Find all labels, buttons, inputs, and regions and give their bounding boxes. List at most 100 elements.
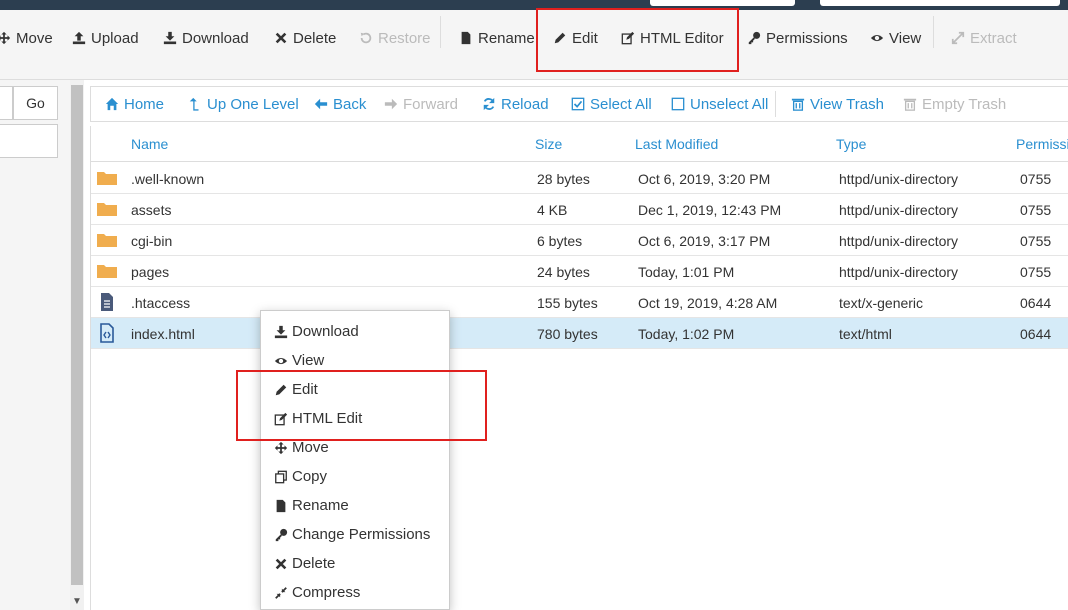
back-button[interactable]: Back xyxy=(314,87,366,121)
checkbox-checked-icon xyxy=(571,97,585,111)
upload-icon xyxy=(72,31,86,45)
folder-icon xyxy=(97,199,117,219)
up-one-level-button[interactable]: Up One Level xyxy=(188,87,299,121)
file-size: 780 bytes xyxy=(537,326,598,342)
select-all-label: Select All xyxy=(590,95,652,113)
view-trash-label: View Trash xyxy=(810,95,884,113)
context-move-label: Move xyxy=(292,439,329,456)
column-header-type[interactable]: Type xyxy=(836,136,866,152)
header-field[interactable] xyxy=(650,0,795,6)
toolbar-divider xyxy=(440,16,441,48)
header-search-field[interactable] xyxy=(820,0,1060,6)
file-type: text/x-generic xyxy=(839,295,924,311)
file-name[interactable]: assets xyxy=(131,202,171,218)
file-name[interactable]: .well-known xyxy=(131,171,204,187)
expand-icon xyxy=(951,31,965,45)
file-permissions: 0755 xyxy=(1020,202,1052,218)
view-trash-button[interactable]: View Trash xyxy=(791,87,884,121)
column-header-size[interactable]: Size xyxy=(535,136,562,152)
context-download-item[interactable]: Download xyxy=(274,317,359,346)
move-button[interactable]: Move xyxy=(0,20,53,56)
delete-icon xyxy=(274,31,288,45)
unselect-all-button[interactable]: Unselect All xyxy=(671,87,768,121)
delete-button[interactable]: Delete xyxy=(274,20,336,56)
column-header-permissions[interactable]: Permissi xyxy=(1016,136,1068,152)
context-change-permissions-item[interactable]: Change Permissions xyxy=(274,520,430,549)
directory-tree-box[interactable] xyxy=(0,124,58,158)
table-row[interactable]: .htaccess 155 bytes Oct 19, 2019, 4:28 A… xyxy=(91,287,1068,318)
context-rename-item[interactable]: Rename xyxy=(274,491,349,520)
select-all-button[interactable]: Select All xyxy=(571,87,652,121)
context-copy-item[interactable]: Copy xyxy=(274,462,327,491)
reload-button[interactable]: Reload xyxy=(482,87,549,121)
table-row[interactable]: .well-known 28 bytes Oct 6, 2019, 3:20 P… xyxy=(91,163,1068,194)
extract-button[interactable]: Extract xyxy=(951,20,1017,56)
file-type: httpd/unix-directory xyxy=(839,233,959,249)
file-permissions: 0755 xyxy=(1020,264,1052,280)
file-name[interactable]: index.html xyxy=(131,326,195,342)
table-row[interactable]: pages 24 bytes Today, 1:01 PM httpd/unix… xyxy=(91,256,1068,287)
top-header-strip xyxy=(0,0,1068,10)
empty-trash-button[interactable]: Empty Trash xyxy=(903,87,1006,121)
column-header-last-modified[interactable]: Last Modified xyxy=(635,136,718,152)
file-type: httpd/unix-directory xyxy=(839,202,959,218)
back-label: Back xyxy=(333,95,367,113)
file-permissions: 0755 xyxy=(1020,171,1052,187)
permissions-button[interactable]: Permissions xyxy=(747,20,848,56)
checkbox-empty-icon xyxy=(671,97,685,111)
go-button[interactable]: Go xyxy=(13,86,58,120)
file-table: Name Size Last Modified Type Permissi .w… xyxy=(90,126,1068,610)
file-size: 155 bytes xyxy=(537,295,598,311)
forward-button[interactable]: Forward xyxy=(384,87,458,121)
view-label: View xyxy=(889,29,922,47)
home-button[interactable]: Home xyxy=(105,87,164,121)
rename-button[interactable]: Rename xyxy=(459,20,535,56)
file-name[interactable]: .htaccess xyxy=(131,295,190,311)
download-icon xyxy=(274,325,288,339)
key-icon xyxy=(274,528,288,542)
file-modified: Today, 1:01 PM xyxy=(638,264,735,280)
directory-panel: Go xyxy=(0,80,70,610)
table-row-selected[interactable]: index.html 780 bytes Today, 1:02 PM text… xyxy=(91,318,1068,349)
download-button[interactable]: Download xyxy=(163,20,249,56)
scroll-down-arrow-icon[interactable]: ▼ xyxy=(72,596,82,607)
context-view-label: View xyxy=(292,352,325,369)
column-header-name[interactable]: Name xyxy=(131,136,168,152)
forward-label: Forward xyxy=(403,95,459,113)
file-modified: Oct 6, 2019, 3:20 PM xyxy=(638,171,771,187)
copy-icon xyxy=(274,470,288,484)
file-size: 24 bytes xyxy=(537,264,590,280)
file-permissions: 0644 xyxy=(1020,326,1052,342)
file-icon xyxy=(274,499,288,513)
html-file-icon xyxy=(97,323,117,343)
move-icon xyxy=(0,31,11,45)
scrollbar-thumb[interactable] xyxy=(71,85,83,585)
table-row[interactable]: assets 4 KB Dec 1, 2019, 12:43 PM httpd/… xyxy=(91,194,1068,225)
context-compress-item[interactable]: Compress xyxy=(274,578,360,607)
file-toolbar: Move Upload Download Delete Restore Rena… xyxy=(0,10,1068,80)
folder-icon xyxy=(97,261,117,281)
reload-label: Reload xyxy=(501,95,549,113)
compress-icon xyxy=(274,586,288,600)
eye-icon xyxy=(274,354,288,368)
file-modified: Oct 6, 2019, 3:17 PM xyxy=(638,233,771,249)
context-delete-item[interactable]: Delete xyxy=(274,549,335,578)
home-icon xyxy=(105,97,119,111)
file-size: 28 bytes xyxy=(537,171,590,187)
upload-button[interactable]: Upload xyxy=(72,20,139,56)
empty-trash-label: Empty Trash xyxy=(922,95,1007,113)
panel-scrollbar[interactable]: ▼ xyxy=(70,80,84,610)
rename-label: Rename xyxy=(478,29,535,47)
key-icon xyxy=(747,31,761,45)
restore-button[interactable]: Restore xyxy=(359,20,431,56)
table-row[interactable]: cgi-bin 6 bytes Oct 6, 2019, 3:17 PM htt… xyxy=(91,225,1068,256)
path-input[interactable] xyxy=(0,86,13,120)
refresh-icon xyxy=(482,97,496,111)
view-button[interactable]: View xyxy=(870,20,921,56)
download-icon xyxy=(163,31,177,45)
file-name[interactable]: cgi-bin xyxy=(131,233,172,249)
file-name[interactable]: pages xyxy=(131,264,169,280)
arrow-right-icon xyxy=(384,97,398,111)
file-permissions: 0755 xyxy=(1020,233,1052,249)
file-modified: Today, 1:02 PM xyxy=(638,326,735,342)
